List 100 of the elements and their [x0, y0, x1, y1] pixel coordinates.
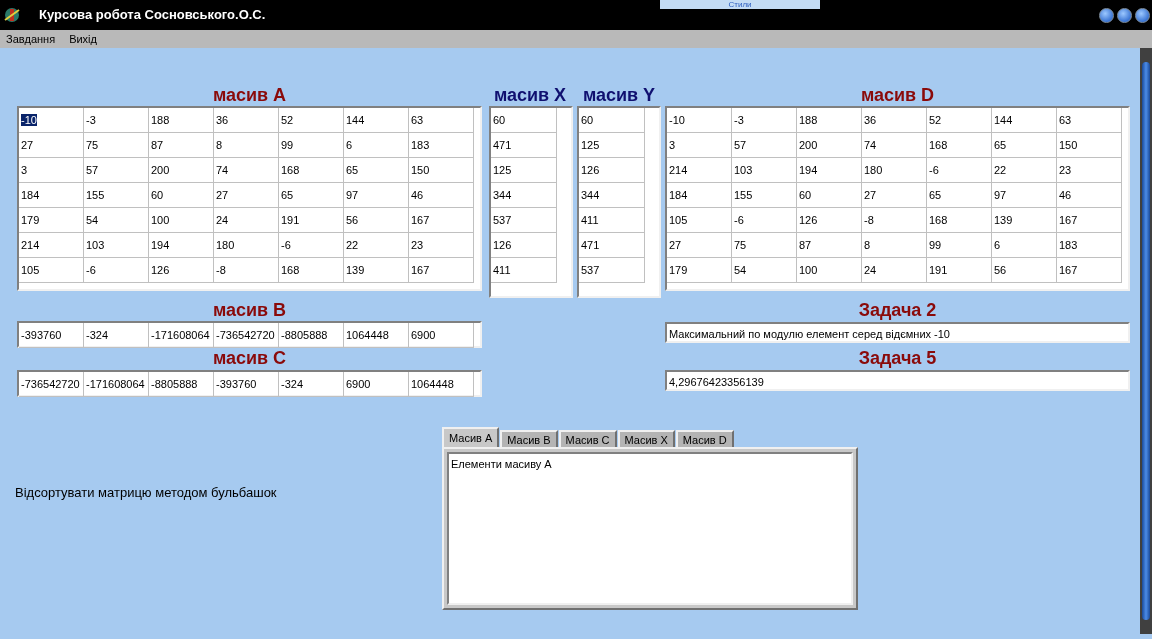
table-cell[interactable]: 3 — [667, 133, 732, 158]
table-cell[interactable]: 214 — [667, 158, 732, 183]
table-cell[interactable]: -8805888 — [279, 323, 344, 348]
table-cell[interactable]: 167 — [409, 208, 474, 233]
tab[interactable]: Масив B — [500, 430, 558, 447]
table-cell[interactable]: 8 — [214, 133, 279, 158]
close-button[interactable] — [1135, 7, 1150, 23]
table-cell[interactable]: 36 — [214, 108, 279, 133]
table-cell[interactable]: 200 — [149, 158, 214, 183]
table-cell[interactable]: 65 — [992, 133, 1057, 158]
table-cell[interactable]: 23 — [409, 233, 474, 258]
table-cell[interactable]: 214 — [19, 233, 84, 258]
table-cell[interactable]: 126 — [491, 233, 557, 258]
table-cell[interactable]: 3 — [19, 158, 84, 183]
table-cell[interactable]: -324 — [279, 372, 344, 397]
table-cell[interactable]: 60 — [491, 108, 557, 133]
table-cell[interactable]: 6900 — [409, 323, 474, 348]
table-cell[interactable]: 63 — [1057, 108, 1122, 133]
table-cell[interactable]: 144 — [992, 108, 1057, 133]
table-cell[interactable]: 537 — [491, 208, 557, 233]
maximize-button[interactable] — [1117, 7, 1132, 23]
table-cell[interactable]: 46 — [1057, 183, 1122, 208]
table-cell[interactable]: -171608064 — [149, 323, 214, 348]
table-cell[interactable]: 54 — [732, 258, 797, 283]
table-cell[interactable]: 27 — [214, 183, 279, 208]
table-cell[interactable]: 6 — [992, 233, 1057, 258]
table-cell[interactable]: 8 — [862, 233, 927, 258]
table-cell[interactable]: 27 — [667, 233, 732, 258]
table-cell[interactable]: 56 — [344, 208, 409, 233]
tab[interactable]: Масив C — [558, 430, 617, 447]
table-cell[interactable]: 125 — [491, 158, 557, 183]
data-grid[interactable]: -736542720 -171608064 -8805888 -393760 -324 6900 1064448 — [17, 370, 482, 397]
table-cell[interactable]: 194 — [797, 158, 862, 183]
table-cell[interactable]: 22 — [344, 233, 409, 258]
table-cell[interactable]: 126 — [797, 208, 862, 233]
table-cell[interactable]: 471 — [491, 133, 557, 158]
table-cell[interactable]: 56 — [992, 258, 1057, 283]
table-cell[interactable]: 125 — [579, 133, 645, 158]
table-cell[interactable]: 188 — [797, 108, 862, 133]
output-field[interactable]: 4,29676423356139 — [665, 370, 1130, 391]
table-cell[interactable]: -10 — [19, 108, 84, 133]
table-cell[interactable]: 27 — [862, 183, 927, 208]
table-cell[interactable]: 1064448 — [344, 323, 409, 348]
table-cell[interactable]: 57 — [84, 158, 149, 183]
menu-item[interactable]: Вихід — [69, 30, 97, 48]
table-cell[interactable]: -6 — [84, 258, 149, 283]
table-cell[interactable]: 103 — [732, 158, 797, 183]
table-cell[interactable]: -324 — [84, 323, 149, 348]
table-cell[interactable]: 180 — [214, 233, 279, 258]
table-cell[interactable]: -171608064 — [84, 372, 149, 397]
table-cell[interactable]: -6 — [279, 233, 344, 258]
table-cell[interactable]: 63 — [409, 108, 474, 133]
table-cell[interactable]: 24 — [214, 208, 279, 233]
table-cell[interactable]: 150 — [1057, 133, 1122, 158]
table-cell[interactable]: 99 — [927, 233, 992, 258]
table-cell[interactable]: 411 — [579, 208, 645, 233]
table-cell[interactable]: 52 — [279, 108, 344, 133]
table-cell[interactable]: 168 — [927, 133, 992, 158]
table-cell[interactable]: 75 — [84, 133, 149, 158]
table-cell[interactable]: 191 — [279, 208, 344, 233]
table-cell[interactable]: 46 — [409, 183, 474, 208]
data-grid[interactable]: 60 471 125 344 537 126 411 — [489, 106, 573, 298]
table-cell[interactable]: 168 — [927, 208, 992, 233]
table-cell[interactable]: 188 — [149, 108, 214, 133]
table-cell[interactable]: 87 — [149, 133, 214, 158]
table-cell[interactable]: 100 — [797, 258, 862, 283]
table-cell[interactable]: 126 — [579, 158, 645, 183]
table-cell[interactable]: 126 — [149, 258, 214, 283]
table-cell[interactable]: 194 — [149, 233, 214, 258]
output-field[interactable]: Максимальний по модулю елемент серед відємних -10 — [665, 322, 1130, 343]
table-cell[interactable]: -8 — [214, 258, 279, 283]
table-cell[interactable]: 1064448 — [409, 372, 474, 397]
table-cell[interactable]: 60 — [797, 183, 862, 208]
scrollbar[interactable] — [1140, 48, 1152, 634]
table-cell[interactable]: 168 — [279, 158, 344, 183]
table-cell[interactable]: 200 — [797, 133, 862, 158]
table-cell[interactable]: 100 — [149, 208, 214, 233]
table-cell[interactable]: 184 — [19, 183, 84, 208]
table-cell[interactable]: 65 — [927, 183, 992, 208]
table-cell[interactable]: 344 — [491, 183, 557, 208]
table-cell[interactable]: 97 — [344, 183, 409, 208]
table-cell[interactable]: 24 — [862, 258, 927, 283]
table-cell[interactable]: 179 — [667, 258, 732, 283]
table-cell[interactable]: 52 — [927, 108, 992, 133]
table-cell[interactable]: 22 — [992, 158, 1057, 183]
table-cell[interactable]: 87 — [797, 233, 862, 258]
table-cell[interactable]: 183 — [409, 133, 474, 158]
table-cell[interactable]: 150 — [409, 158, 474, 183]
table-cell[interactable]: 168 — [279, 258, 344, 283]
table-cell[interactable]: 179 — [19, 208, 84, 233]
table-cell[interactable]: -736542720 — [19, 372, 84, 397]
tab[interactable]: Масив A — [442, 427, 500, 447]
table-cell[interactable]: 191 — [927, 258, 992, 283]
menu-item[interactable]: Завдання — [6, 30, 56, 48]
table-cell[interactable]: -393760 — [214, 372, 279, 397]
table-cell[interactable]: 183 — [1057, 233, 1122, 258]
data-grid[interactable]: -393760 -324 -171608064 -736542720 -8805888 1064448 6900 — [17, 321, 482, 348]
table-cell[interactable]: 167 — [1057, 258, 1122, 283]
table-cell[interactable]: 36 — [862, 108, 927, 133]
tab[interactable]: Масив D — [675, 430, 734, 447]
